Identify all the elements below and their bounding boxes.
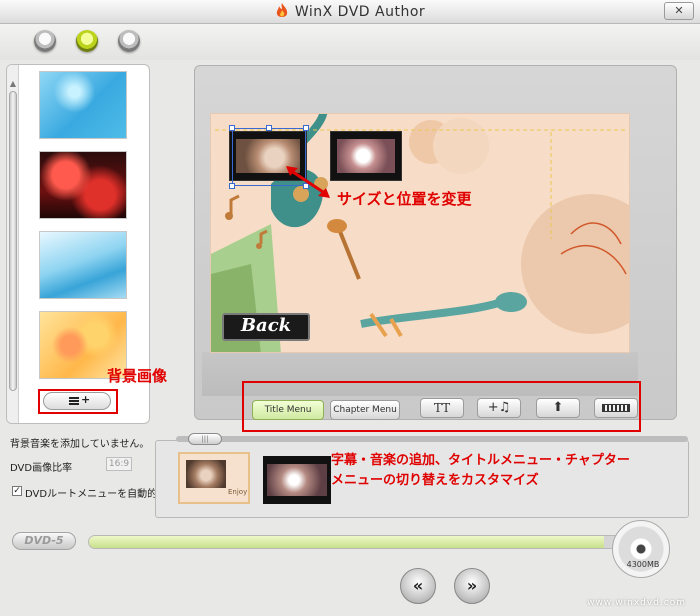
- capacity-label: 4300MB: [626, 560, 660, 569]
- menu-strip-scrollbar[interactable]: [176, 436, 688, 442]
- scroll-up-icon[interactable]: ▲: [8, 79, 18, 89]
- resize-handle[interactable]: [229, 183, 235, 189]
- background-thumbnail[interactable]: [39, 151, 127, 219]
- strip-annotation-line1: 字幕・音楽の追加、タイトルメニュー・チャプター: [331, 453, 630, 468]
- previous-step-button[interactable]: «: [400, 568, 436, 604]
- menu-thumbnail[interactable]: [263, 456, 331, 504]
- resize-annotation: サイズと位置を変更: [337, 190, 472, 208]
- flame-logo-icon: [276, 3, 287, 17]
- title-menu-tab[interactable]: Title Menu: [252, 400, 324, 420]
- step-2-indicator[interactable]: [76, 30, 98, 52]
- resize-handle[interactable]: [303, 125, 309, 131]
- add-text-button[interactable]: TT: [420, 398, 464, 418]
- title-menu-clip-2[interactable]: [330, 131, 402, 181]
- chapter-menu-tab[interactable]: Chapter Menu: [330, 400, 400, 420]
- subtitle-strip-icon: [602, 404, 630, 412]
- add-background-icon: [69, 397, 79, 405]
- menu-strip-scroll-thumb[interactable]: |||: [188, 433, 222, 445]
- move-up-button[interactable]: ⬆: [536, 398, 580, 418]
- window-title-wrap: WinX DVD Author: [0, 3, 700, 20]
- step-1-indicator[interactable]: [34, 30, 56, 52]
- strip-annotation-line2: メニューの切り替えをカスタマイズ: [331, 473, 539, 488]
- scroll-thumb[interactable]: [9, 91, 17, 391]
- menu-thumbnail-selected[interactable]: Enjoy: [178, 452, 250, 504]
- disc-icon: [612, 520, 670, 578]
- resize-handle[interactable]: [229, 125, 235, 131]
- menu-thumb-clip: [267, 464, 327, 496]
- menu-thumb-clip: [186, 460, 226, 488]
- add-music-button[interactable]: +♫: [477, 398, 521, 418]
- title-bar: WinX DVD Author ✕: [0, 0, 700, 24]
- menu-thumb-caption: Enjoy: [228, 488, 248, 496]
- subtitle-button[interactable]: [594, 398, 638, 418]
- background-thumbnail[interactable]: [39, 71, 127, 139]
- back-menu-button[interactable]: Back: [222, 313, 310, 341]
- close-button[interactable]: ✕: [664, 2, 694, 20]
- auto-root-menu-checkbox[interactable]: ✓: [12, 486, 22, 496]
- ratio-label: DVD画像比率: [10, 463, 73, 474]
- capacity-bar-fill: [89, 536, 605, 548]
- bgm-status-text: 背景音楽を添加していません。: [10, 439, 150, 450]
- background-list-scrollbar[interactable]: ▲: [7, 65, 19, 423]
- ratio-select[interactable]: 16:9: [106, 457, 132, 471]
- site-watermark: www.winxdvd.com: [587, 598, 686, 608]
- capacity-bar: [88, 535, 644, 549]
- step-bar: [0, 24, 700, 60]
- next-step-button[interactable]: »: [454, 568, 490, 604]
- window-title: WinX DVD Author: [294, 4, 426, 20]
- add-background-button[interactable]: +: [43, 392, 111, 410]
- dvd-type-badge[interactable]: DVD-5: [12, 532, 76, 550]
- background-annotation: 背景画像: [107, 367, 168, 385]
- resize-handle[interactable]: [266, 125, 272, 131]
- background-thumbnail[interactable]: [39, 231, 127, 299]
- step-3-indicator[interactable]: [118, 30, 140, 52]
- plus-icon: +: [81, 393, 91, 406]
- resize-arrow-icon: [286, 166, 330, 198]
